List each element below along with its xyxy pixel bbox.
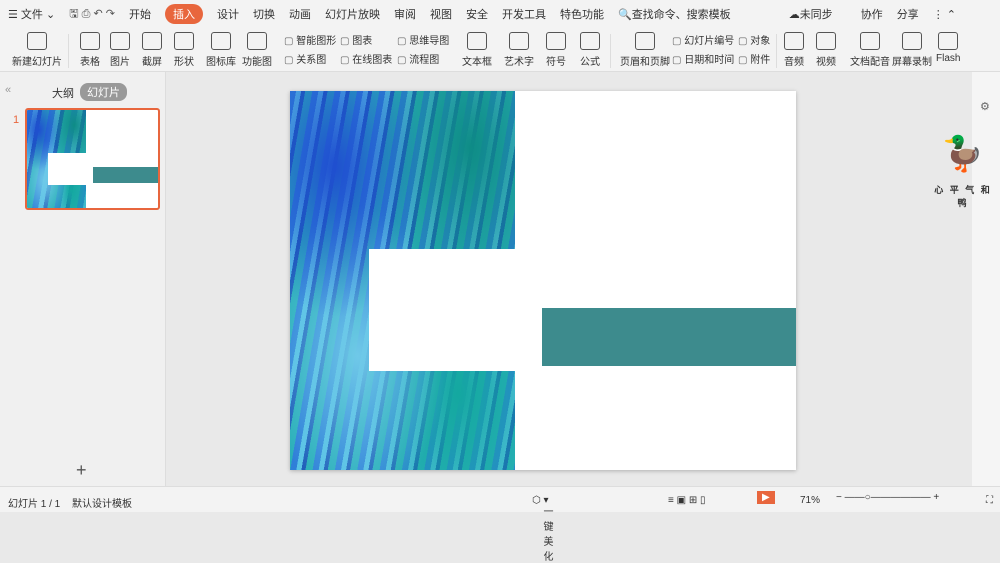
white-rectangle[interactable] <box>369 249 515 371</box>
zoom-slider[interactable]: − ——○—————— + <box>836 492 939 503</box>
ribbon-button-9[interactable]: 符号 <box>546 32 566 68</box>
ribbon-button-16[interactable]: Flash <box>936 32 960 64</box>
template-name[interactable]: 默认设计模板 <box>72 495 132 510</box>
ribbon-icon <box>27 32 47 50</box>
fit-icon[interactable]: ⛶ <box>986 495 993 506</box>
tab-insert[interactable]: 插入 <box>164 4 203 24</box>
status-bar: 幻灯片 1 / 1 默认设计模板 ⬡ 一键美化 ▾ ≡ ▣ ⊞ ▯ ▶ 71% … <box>0 486 1000 563</box>
ribbon-button-14[interactable]: 文档配音 <box>850 32 890 68</box>
collapse-icon[interactable]: « <box>5 84 11 96</box>
ribbon-icon <box>902 32 922 50</box>
ribbon-icon <box>635 32 655 50</box>
ribbon-icon <box>467 32 487 50</box>
tab-outline[interactable]: 大纲 <box>52 85 74 101</box>
ribbon-icon <box>860 32 880 50</box>
quick-access[interactable]: 🖫 ⎙ ↶ ↷ <box>69 5 115 24</box>
tab-transition[interactable]: 切换 <box>253 6 275 22</box>
view-buttons[interactable]: ≡ ▣ ⊞ ▯ <box>668 495 706 506</box>
ribbon-icon <box>247 32 267 50</box>
play-button[interactable]: ▶ <box>757 491 775 504</box>
ribbon-small-button-6[interactable]: 幻灯片编号 <box>672 32 734 47</box>
collab-button[interactable]: 协作 <box>861 6 883 22</box>
workspace <box>166 72 972 486</box>
ribbon-divider <box>776 34 777 68</box>
ribbon-button-6[interactable]: 功能图 <box>242 32 272 68</box>
ribbon-icon <box>784 32 804 50</box>
ribbon-small-button-9[interactable]: 附件 <box>738 51 770 66</box>
watermark-logo: 🦆 心 平 气 和 鸭 <box>934 135 992 208</box>
ribbon-icon <box>580 32 600 50</box>
zoom-level[interactable]: 71% <box>800 495 820 506</box>
ribbon-button-12[interactable]: 音频 <box>784 32 804 68</box>
tab-design[interactable]: 设计 <box>217 6 239 22</box>
ribbon-button-4[interactable]: 形状 <box>174 32 194 68</box>
tab-animation[interactable]: 动画 <box>289 6 311 22</box>
ribbon-button-13[interactable]: 视频 <box>816 32 836 68</box>
ribbon-icon <box>211 32 231 50</box>
ribbon-button-2[interactable]: 图片 <box>110 32 130 68</box>
ribbon-icon <box>174 32 194 50</box>
more-icon[interactable]: ⋮ ⌃ <box>933 8 956 21</box>
ribbon-icon <box>110 32 130 50</box>
teal-bar[interactable] <box>542 308 796 366</box>
tab-slides[interactable]: 幻灯片 <box>80 83 127 101</box>
ribbon-divider <box>68 34 69 68</box>
ribbon-button-7[interactable]: 文本框 <box>462 32 492 68</box>
slide-canvas[interactable] <box>290 91 796 470</box>
tab-features[interactable]: 特色功能 <box>560 6 604 22</box>
thumb-bar <box>93 167 158 183</box>
tab-security[interactable]: 安全 <box>466 6 488 22</box>
ribbon: 新建幻灯片 表格 图片 截屏 形状 图标库 功能图 文本框 艺术字 符号 公式 页眉和页脚 音频 视频 文档… <box>0 28 1000 72</box>
sync-button[interactable]: ☁未同步 <box>789 6 847 22</box>
ribbon-button-10[interactable]: 公式 <box>580 32 600 68</box>
thumb-white-block <box>48 153 86 185</box>
ribbon-button-0[interactable]: 新建幻灯片 <box>12 32 62 68</box>
menubar: ☰ 文件 ⌄ 🖫 ⎙ ↶ ↷ 开始 插入 设计 切换 动画 幻灯片放映 审阅 视… <box>0 0 1000 28</box>
ribbon-button-11[interactable]: 页眉和页脚 <box>620 32 670 68</box>
ribbon-small-button-3[interactable]: 在线图表 <box>340 51 392 66</box>
ribbon-icon <box>80 32 100 50</box>
ribbon-button-1[interactable]: 表格 <box>80 32 100 68</box>
share-button[interactable]: 分享 <box>897 6 919 22</box>
tab-slideshow[interactable]: 幻灯片放映 <box>325 6 380 22</box>
ribbon-small-button-1[interactable]: 关系图 <box>284 51 326 66</box>
add-slide-button[interactable]: + <box>76 460 87 481</box>
tab-review[interactable]: 审阅 <box>394 6 416 22</box>
ribbon-icon <box>509 32 529 50</box>
ribbon-button-5[interactable]: 图标库 <box>206 32 236 68</box>
ribbon-icon <box>142 32 162 50</box>
ribbon-icon <box>546 32 566 50</box>
slide-number: 1 <box>13 114 20 126</box>
settings-icon[interactable]: ⚙ <box>980 100 990 113</box>
ribbon-divider <box>610 34 611 68</box>
ribbon-button-15[interactable]: 屏幕录制 <box>892 32 932 68</box>
ribbon-small-button-8[interactable]: 对象 <box>738 32 770 47</box>
ribbon-icon <box>938 32 959 50</box>
tab-start[interactable]: 开始 <box>129 6 151 22</box>
ribbon-small-button-0[interactable]: 智能图形 <box>284 32 336 47</box>
tab-devtools[interactable]: 开发工具 <box>502 6 546 22</box>
ribbon-button-3[interactable]: 截屏 <box>142 32 162 68</box>
ribbon-small-button-5[interactable]: 流程图 <box>397 51 439 66</box>
beautify-button[interactable]: ⬡ 一键美化 ▾ <box>532 495 554 563</box>
search-command[interactable]: 🔍查找命令、搜索模板 <box>618 6 745 22</box>
slide-info: 幻灯片 1 / 1 <box>8 499 61 510</box>
ribbon-small-button-4[interactable]: 思维导图 <box>397 32 449 47</box>
ribbon-button-8[interactable]: 艺术字 <box>504 32 534 68</box>
ribbon-small-button-2[interactable]: 图表 <box>340 32 372 47</box>
ribbon-small-button-7[interactable]: 日期和时间 <box>672 51 734 66</box>
slide-panel: « 大纲 幻灯片 1 + <box>0 72 166 486</box>
tab-view[interactable]: 视图 <box>430 6 452 22</box>
file-menu[interactable]: ☰ 文件 ⌄ <box>8 6 55 22</box>
slide-thumbnail[interactable] <box>25 108 160 210</box>
ribbon-icon <box>816 32 836 50</box>
